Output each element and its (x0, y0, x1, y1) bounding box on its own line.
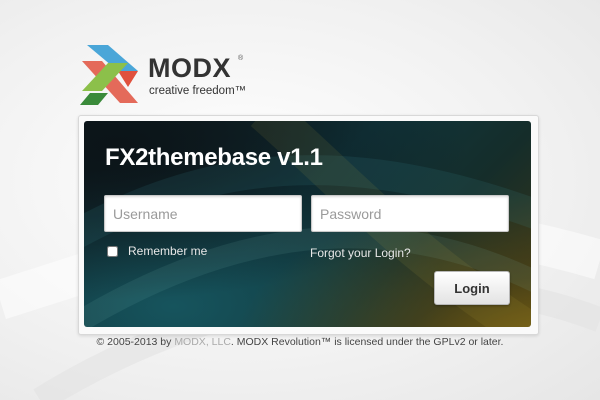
registered-mark: ® (238, 55, 244, 62)
footer-prefix: © 2005-2013 by (96, 336, 175, 348)
username-input[interactable] (104, 195, 302, 232)
page-title: FX2themebase v1.1 (105, 144, 323, 171)
footer: © 2005-2013 by MODX, LLC. MODX Revolutio… (0, 336, 600, 348)
remember-me-checkbox[interactable] (107, 245, 118, 257)
logo-tagline: creative freedom™ (149, 85, 247, 97)
login-panel: FX2themebase v1.1 Remember me Forgot you… (84, 121, 531, 327)
login-button[interactable]: Login (434, 271, 510, 305)
company-link[interactable]: MODX, LLC (174, 336, 231, 348)
modx-logo-icon (80, 45, 138, 105)
remember-me-option[interactable]: Remember me (107, 244, 207, 258)
forgot-login-link[interactable]: Forgot your Login? (310, 246, 411, 260)
remember-me-label: Remember me (128, 244, 208, 258)
modx-logo[interactable]: MODX ® creative freedom™ (80, 43, 260, 107)
modx-wordmark: MODX (148, 53, 231, 83)
password-input[interactable] (311, 195, 509, 232)
footer-suffix: . MODX Revolution™ is licensed under the… (230, 336, 504, 348)
